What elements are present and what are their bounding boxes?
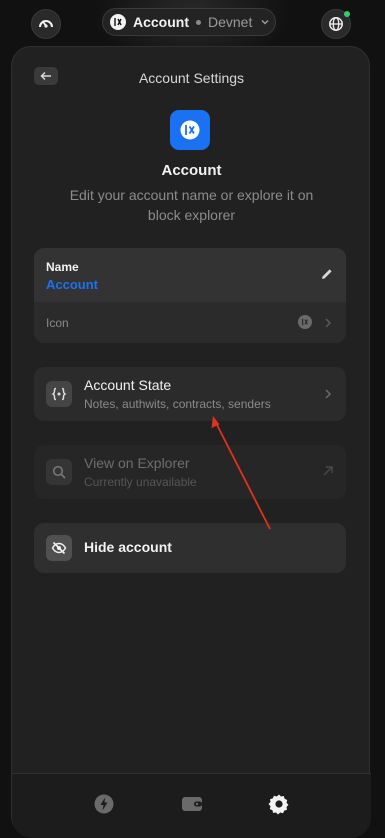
page-title: Account Settings: [138, 70, 245, 86]
speedometer-button[interactable]: [31, 9, 61, 39]
wallet-icon: [182, 797, 202, 811]
name-label: Name: [46, 260, 79, 274]
gear-icon: [268, 794, 289, 815]
search-icon: [46, 459, 72, 485]
online-status-dot: [344, 11, 350, 17]
separator-dot: [196, 19, 201, 25]
account-network-selector[interactable]: Account Devnet: [102, 8, 276, 36]
braces-icon: [46, 381, 72, 407]
account-logo-icon: [298, 315, 312, 329]
account-state-title: Account State: [84, 377, 172, 393]
nav-wallet[interactable]: [180, 792, 204, 816]
view-on-explorer-subtitle: Currently unavailable: [84, 475, 197, 489]
icon-label: Icon: [46, 316, 69, 330]
hide-account-label: Hide account: [84, 539, 172, 555]
view-on-explorer-row: View on Explorer Currently unavailable: [34, 445, 346, 499]
chevron-right-icon: [325, 318, 332, 328]
account-name-card: Name Account Icon: [34, 248, 346, 343]
account-logo-icon: [110, 14, 126, 30]
eye-off-icon: [46, 535, 72, 561]
account-state-row[interactable]: Account State Notes, authwits, contracts…: [34, 367, 346, 421]
nav-activity[interactable]: [92, 792, 116, 816]
hide-account-button[interactable]: Hide account: [34, 523, 346, 573]
account-settings-panel: Account Settings Account Edit your accou…: [11, 46, 371, 838]
globe-icon: [329, 17, 343, 31]
chevron-down-icon: [261, 19, 269, 25]
account-logo-icon: [180, 120, 200, 140]
external-link-arrow-icon: [323, 466, 333, 476]
account-description: Edit your account name or explore it on …: [69, 187, 314, 223]
top-bar: Account Devnet: [0, 0, 385, 46]
nav-settings[interactable]: [267, 792, 291, 816]
network-globe-button[interactable]: [321, 9, 351, 39]
account-heading: Account: [161, 162, 222, 179]
speedometer-icon: [39, 20, 53, 28]
name-row[interactable]: Name Account: [34, 248, 346, 302]
selected-network-name: Devnet: [208, 14, 253, 30]
bottom-navigation: [12, 773, 371, 838]
chevron-right-icon: [325, 389, 332, 399]
pencil-icon[interactable]: [320, 267, 334, 281]
lightning-icon: [94, 794, 114, 814]
account-state-subtitle: Notes, authwits, contracts, senders: [84, 397, 271, 411]
account-avatar: [170, 110, 210, 150]
account-name-value: Account: [46, 277, 98, 292]
selected-account-name: Account: [133, 14, 189, 30]
view-on-explorer-title: View on Explorer: [84, 455, 190, 471]
